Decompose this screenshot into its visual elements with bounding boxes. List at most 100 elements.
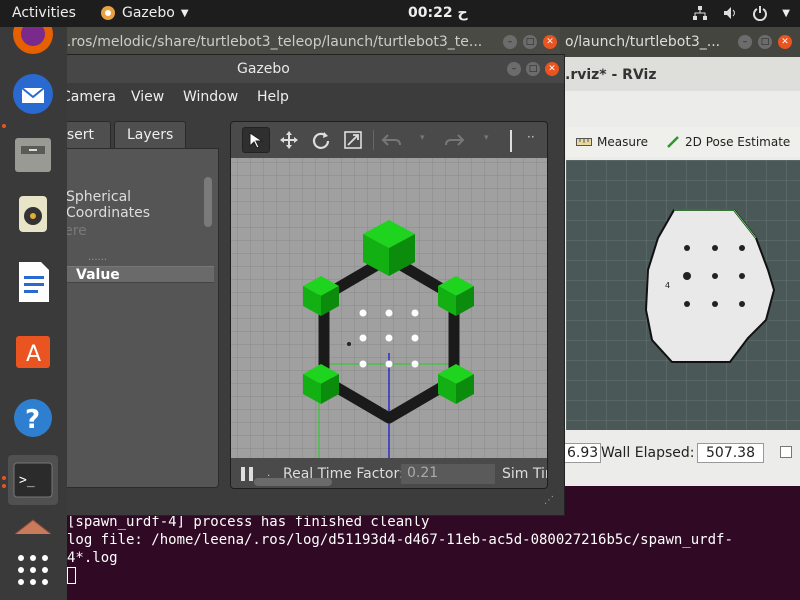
system-tray[interactable]: ▼ <box>692 5 790 21</box>
terminal-line: 4*.log <box>67 550 118 566</box>
rviz-toolbar: Measure 2D Pose Estimate <box>560 127 800 157</box>
measure-label: Measure <box>597 135 648 149</box>
gazebo-titlebar[interactable]: Gazebo – □ ✕ <box>1 55 564 83</box>
dock-terminal[interactable]: >_ <box>8 455 58 505</box>
gazebo-window[interactable]: Gazebo – □ ✕ Camera View Window Help nse… <box>0 54 565 516</box>
pause-icon[interactable] <box>239 466 255 482</box>
minimize-button[interactable]: – <box>738 35 752 49</box>
show-apps-icon <box>18 555 48 585</box>
ubuntu-dock: A ? >_ <box>0 14 67 600</box>
clock[interactable]: 00:22 ح <box>408 5 468 21</box>
window-resize-grip[interactable]: ⋰ <box>544 495 554 506</box>
wall-elapsed-field[interactable]: 507.38 <box>697 443 764 463</box>
dock-rhythmbox[interactable] <box>8 189 58 239</box>
redo-button[interactable] <box>441 127 469 153</box>
world-render <box>231 158 547 458</box>
show-applications-button[interactable] <box>8 545 58 595</box>
thunderbird-icon <box>13 74 53 114</box>
terminal-output[interactable]: [spawn_urdf-4] process has finished clea… <box>67 513 800 586</box>
real-time-factor-field: 0.21 <box>401 464 495 484</box>
maximize-button[interactable]: □ <box>526 62 540 76</box>
activities-button[interactable]: Activities <box>12 5 76 21</box>
value-column-header: Value <box>76 267 120 283</box>
undo-button[interactable] <box>377 127 405 153</box>
terminal-title: /.ros/melodic/share/turtlebot3_teleop/la… <box>62 34 483 50</box>
panel-scrollbar[interactable] <box>204 177 212 227</box>
close-button[interactable]: ✕ <box>543 35 557 49</box>
app-menu-label: Gazebo <box>122 5 175 21</box>
app-menu[interactable]: Gazebo ▼ <box>100 5 189 21</box>
terminal-line: log file: /home/leena/.ros/log/d51193d4-… <box>67 532 733 548</box>
svg-text:A: A <box>26 342 41 367</box>
undo-icon <box>381 134 401 146</box>
rviz-window[interactable]: o/launch/turtlebot3_... – □ ✕ .rviz* - R… <box>560 27 800 486</box>
occupancy-map: 4 <box>566 160 800 430</box>
gazebo-menubar: Camera View Window Help <box>1 83 564 111</box>
green-arrow-icon <box>667 136 679 148</box>
scale-icon <box>344 131 362 149</box>
dock-trash[interactable] <box>8 509 58 539</box>
gazebo-3d-view[interactable] <box>231 158 547 458</box>
menu-view[interactable]: View <box>131 89 164 105</box>
rviz-subtitle-bar: .rviz* - RViz <box>560 57 800 91</box>
files-icon <box>15 138 51 172</box>
menu-camera[interactable]: Camera <box>61 89 116 105</box>
scale-mode-button[interactable] <box>339 127 367 153</box>
minimize-button[interactable]: – <box>503 35 517 49</box>
dock-thunderbird[interactable] <box>8 69 58 119</box>
rviz-title: o/launch/turtlebot3_... <box>565 34 721 50</box>
ros-elapsed-field[interactable]: 6.93 <box>564 443 602 463</box>
terminal-icon: >_ <box>13 462 53 498</box>
running-indicator <box>2 484 6 488</box>
volume-icon <box>724 7 736 19</box>
rviz-titlebar[interactable]: o/launch/turtlebot3_... – □ ✕ <box>560 27 800 57</box>
chevron-down-icon: ▼ <box>782 7 790 19</box>
running-indicator <box>2 476 6 480</box>
rviz-subtitle: .rviz* - RViz <box>565 67 657 83</box>
resize-grip[interactable]: ...... <box>88 252 107 263</box>
measure-tool[interactable]: Measure <box>576 135 648 149</box>
software-center-icon: A <box>16 336 50 368</box>
dock-software-center[interactable]: A <box>8 325 58 375</box>
maximize-button[interactable]: □ <box>523 35 537 49</box>
scene-scrollbar[interactable] <box>254 478 332 486</box>
top-bar: Activities Gazebo ▼ 00:22 ح ▼ <box>0 0 800 27</box>
sim-time-label: Sim Tir <box>502 466 548 482</box>
undo-history-chevron-icon[interactable]: ▾ <box>420 133 425 143</box>
close-button[interactable]: ✕ <box>545 62 559 76</box>
pose-estimate-tool[interactable]: 2D Pose Estimate <box>666 135 790 149</box>
minimize-button[interactable]: – <box>507 62 521 76</box>
toolbar-overflow[interactable]: ·· <box>527 130 535 144</box>
libreoffice-writer-icon <box>19 262 49 302</box>
turtlebot[interactable] <box>347 342 351 346</box>
dock-help[interactable]: ? <box>8 393 58 443</box>
pose-estimate-label: 2D Pose Estimate <box>685 135 791 149</box>
close-button[interactable]: ✕ <box>778 35 792 49</box>
translate-mode-button[interactable] <box>275 127 303 153</box>
move-icon <box>280 131 298 149</box>
select-mode-button[interactable] <box>242 127 270 153</box>
gazebo-app-icon <box>101 6 115 20</box>
redo-history-chevron-icon[interactable]: ▾ <box>484 133 489 143</box>
rotate-mode-button[interactable] <box>307 127 335 153</box>
running-indicator <box>2 124 6 128</box>
dock-libreoffice-writer[interactable] <box>8 257 58 307</box>
dock-files[interactable] <box>8 129 58 179</box>
maximize-button[interactable]: □ <box>758 35 772 49</box>
menu-window[interactable]: Window <box>183 89 238 105</box>
rotate-icon <box>312 132 330 149</box>
trash-icon <box>14 519 52 535</box>
rviz-3d-view[interactable]: 4 <box>566 160 800 430</box>
map-label: 4 <box>665 281 670 290</box>
arrow-pointer-icon <box>249 132 264 149</box>
terminal-cursor <box>67 567 800 586</box>
experimental-checkbox[interactable] <box>780 446 792 458</box>
gazebo-scene[interactable]: ▾ ▾ ·· . Real Time Factor: 0.21 Sim Tir <box>230 121 548 489</box>
menu-help[interactable]: Help <box>257 89 289 105</box>
redo-icon <box>445 134 465 146</box>
tab-layers[interactable]: Layers <box>114 121 186 149</box>
scene-toolbar: ▾ ▾ ·· <box>231 122 547 158</box>
toolbar-separator <box>510 130 512 152</box>
spherical-coordinates-row[interactable]: Spherical Coordinates <box>66 189 218 221</box>
toolbar-separator <box>373 130 374 150</box>
